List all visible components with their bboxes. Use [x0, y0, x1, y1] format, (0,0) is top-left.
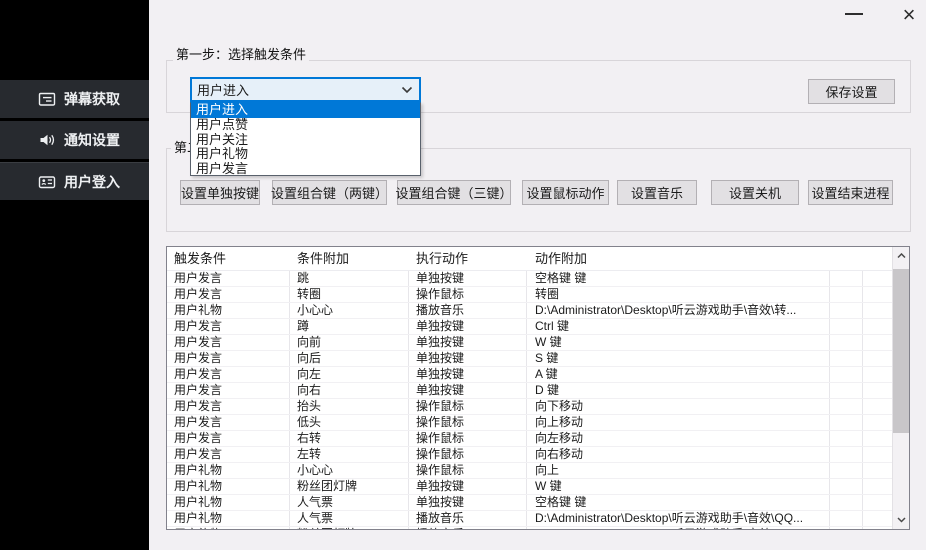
table-row[interactable]: 用户发言左转操作鼠标向右移动 [167, 447, 892, 463]
speaker-icon [38, 131, 56, 149]
sidebar-item-notify[interactable]: 通知设置 [0, 121, 149, 159]
dropdown-option[interactable]: 用户点赞 [191, 118, 420, 133]
set-combo3-key-button[interactable]: 设置组合键（三键） [397, 180, 511, 205]
chevron-down-icon [897, 517, 906, 523]
table-row[interactable]: 用户发言转圈操作鼠标转圈 [167, 287, 892, 303]
action-button-row: 设置单独按键 设置组合键（两键） 设置组合键（三键） 设置鼠标动作 设置音乐 设… [0, 180, 926, 205]
table-row[interactable]: 用户发言向前单独按键W 键 [167, 335, 892, 351]
table-row[interactable]: 用户发言右转操作鼠标向左移动 [167, 431, 892, 447]
chevron-down-icon [401, 86, 413, 94]
sidebar: 弹幕获取 通知设置 用户登入 [0, 0, 149, 550]
dropdown-option[interactable]: 用户发言 [191, 162, 420, 177]
table-row[interactable]: 用户发言蹲单独按键Ctrl 键 [167, 319, 892, 335]
trigger-dropdown-list: 用户进入 用户点赞 用户关注 用户礼物 用户发言 [190, 102, 421, 176]
table-row[interactable]: 用户礼物粉丝团灯牌播放音乐D:\Administrator\Desktop\听云… [167, 527, 892, 529]
column-header-condition[interactable]: 条件附加 [297, 247, 349, 271]
column-header-action[interactable]: 执行动作 [416, 247, 468, 271]
set-kill-process-button[interactable]: 设置结束进程 [808, 180, 893, 205]
set-mouse-action-button[interactable]: 设置鼠标动作 [522, 180, 609, 205]
danmaku-list-icon [38, 90, 56, 108]
sidebar-item-danmaku[interactable]: 弹幕获取 [0, 80, 149, 118]
table-header: 触发条件 条件附加 执行动作 动作附加 [167, 247, 892, 271]
dropdown-option[interactable]: 用户礼物 [191, 147, 420, 162]
table-row[interactable]: 用户礼物粉丝团灯牌单独按键W 键 [167, 479, 892, 495]
close-button[interactable]: × [896, 1, 922, 29]
trigger-condition-combobox[interactable]: 用户进入 [190, 77, 421, 102]
dropdown-option[interactable]: 用户进入 [191, 103, 420, 118]
table-row[interactable]: 用户发言向后单独按键S 键 [167, 351, 892, 367]
table-row[interactable]: 用户发言跳单独按键空格键 键 [167, 271, 892, 287]
table-row[interactable]: 用户礼物小心心播放音乐D:\Administrator\Desktop\听云游戏… [167, 303, 892, 319]
set-music-button[interactable]: 设置音乐 [617, 180, 697, 205]
sidebar-item-label: 通知设置 [64, 130, 120, 150]
column-header-action-extra[interactable]: 动作附加 [535, 247, 587, 271]
table-row[interactable]: 用户发言抬头操作鼠标向下移动 [167, 399, 892, 415]
table-row[interactable]: 用户礼物人气票播放音乐D:\Administrator\Desktop\听云游戏… [167, 511, 892, 527]
dropdown-option[interactable]: 用户关注 [191, 133, 420, 148]
set-combo2-key-button[interactable]: 设置组合键（两键） [272, 180, 387, 205]
minimize-button[interactable] [845, 13, 863, 15]
step1-title: 第一步：选择触发条件 [173, 48, 309, 62]
table-row[interactable]: 用户发言向左单独按键A 键 [167, 367, 892, 383]
vertical-scrollbar[interactable] [892, 247, 909, 529]
scrollbar-thumb[interactable] [893, 269, 909, 433]
combobox-value: 用户进入 [192, 80, 401, 99]
table-body: 用户发言跳单独按键空格键 键 用户发言转圈操作鼠标转圈 用户礼物小心心播放音乐D… [167, 271, 892, 529]
sidebar-item-label: 弹幕获取 [64, 89, 120, 109]
table-row[interactable]: 用户发言低头操作鼠标向上移动 [167, 415, 892, 431]
chevron-up-icon [897, 253, 906, 259]
column-header-trigger[interactable]: 触发条件 [174, 247, 226, 271]
table-row[interactable]: 用户礼物人气票单独按键空格键 键 [167, 495, 892, 511]
scroll-up-button[interactable] [893, 247, 910, 265]
table-row[interactable]: 用户发言向右单独按键D 键 [167, 383, 892, 399]
mappings-table: 触发条件 条件附加 执行动作 动作附加 用户发言跳单独按键空格键 键 用户发言转… [166, 246, 910, 530]
set-single-key-button[interactable]: 设置单独按键 [180, 180, 260, 205]
save-settings-button[interactable]: 保存设置 [808, 79, 895, 104]
set-shutdown-button[interactable]: 设置关机 [711, 180, 799, 205]
table-row[interactable]: 用户礼物小心心操作鼠标向上 [167, 463, 892, 479]
scroll-down-button[interactable] [893, 511, 910, 529]
